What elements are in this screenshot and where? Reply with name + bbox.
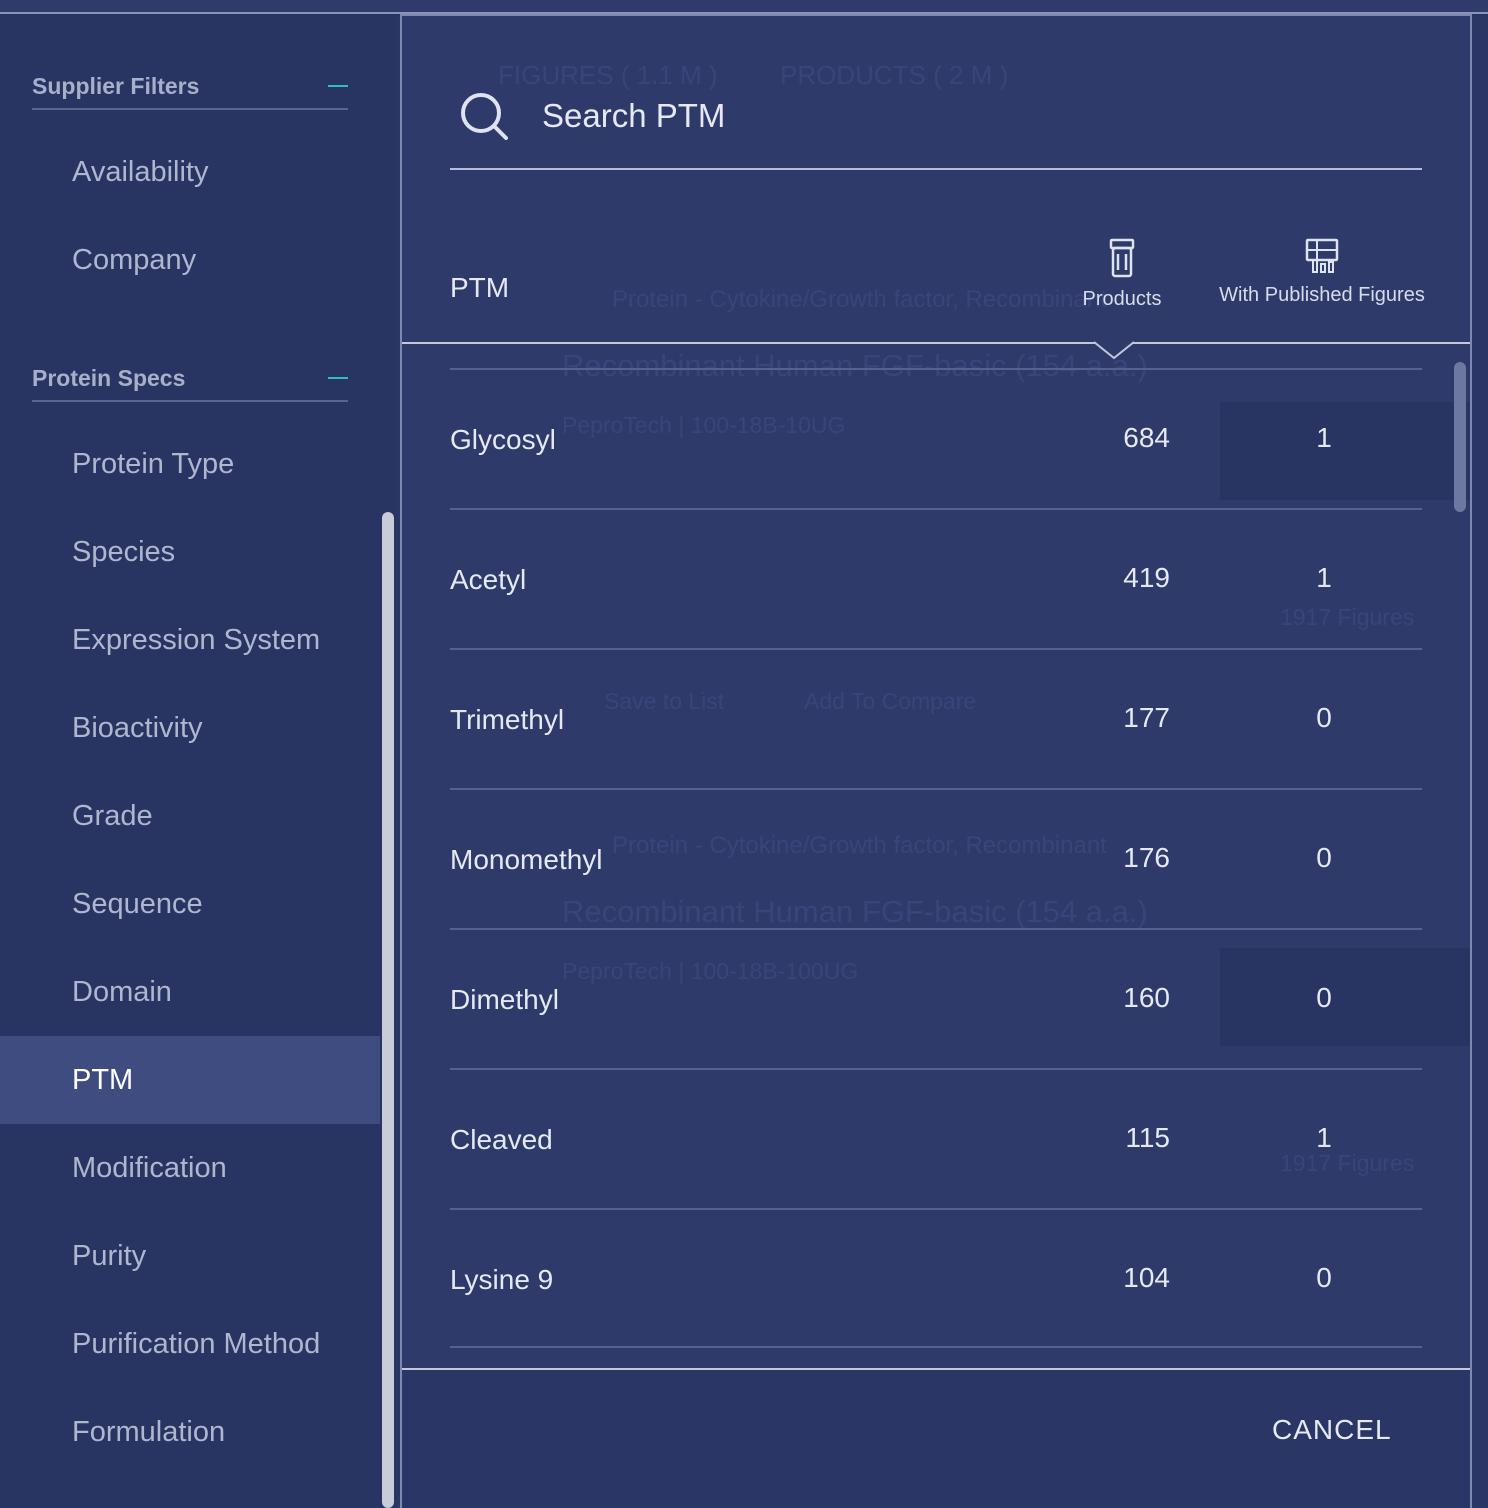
vial-icon	[1109, 238, 1135, 278]
row-products-count: 684	[1123, 422, 1170, 453]
row-products-count: 115	[1125, 1122, 1170, 1153]
sidebar-item-expression-system[interactable]: Expression System	[0, 596, 380, 684]
row-ptm-name: Monomethyl	[450, 844, 603, 875]
row-figures-count: 1	[1316, 562, 1332, 593]
row-products-count: 176	[1123, 842, 1170, 873]
row-ptm-name: Cleaved	[450, 1124, 553, 1155]
modal-footer: CANCEL	[402, 1368, 1470, 1508]
sidebar-item-availability[interactable]: Availability	[0, 128, 380, 216]
cancel-button[interactable]: CANCEL	[1272, 1414, 1392, 1446]
sidebar-scrollbar-thumb[interactable]	[382, 512, 394, 1508]
row-figures-count: 0	[1316, 842, 1332, 873]
sidebar-item-domain[interactable]: Domain	[0, 948, 380, 1036]
search-bar	[450, 84, 1422, 170]
sidebar-item-label: Protein Type	[72, 448, 235, 480]
sidebar-item-label: PTM	[72, 1064, 134, 1096]
column-header-ptm[interactable]: PTM	[450, 272, 509, 304]
column-header-published-figures-label: With Published Figures	[1219, 284, 1425, 306]
modal-scrollbar-thumb[interactable]	[1454, 362, 1466, 512]
sidebar-item-modification[interactable]: Modification	[0, 1124, 380, 1212]
sidebar-item-label: Bioactivity	[72, 712, 203, 744]
ptm-filter-modal: FIGURES ( 1.1 M ) PRODUCTS ( 2 M ) Prote…	[400, 14, 1472, 1508]
sidebar-item-company[interactable]: Company	[0, 216, 380, 304]
sort-caret-icon	[1094, 341, 1134, 360]
section-header-protein-specs[interactable]: Protein Specs	[32, 356, 348, 402]
row-ptm-name: Dimethyl	[450, 984, 559, 1015]
column-header-row: PTM Products With Published Figures	[402, 230, 1470, 344]
row-products-count: 419	[1123, 562, 1170, 593]
sidebar-item-purity[interactable]: Purity	[0, 1212, 380, 1300]
table-row[interactable]: Dimethyl 160 0	[450, 928, 1422, 1068]
collapse-icon[interactable]	[328, 377, 348, 379]
sidebar-item-label: Purification Method	[72, 1328, 321, 1360]
row-figures-count: 1	[1316, 1122, 1332, 1153]
sidebar-item-grade[interactable]: Grade	[0, 772, 380, 860]
column-header-products[interactable]: Products	[1062, 238, 1182, 311]
top-strip	[0, 0, 1488, 14]
sidebar-item-protein-type[interactable]: Protein Type	[0, 420, 380, 508]
figure-icon	[1305, 238, 1339, 273]
sidebar-item-label: Company	[72, 244, 197, 276]
table-row[interactable]: Monomethyl 176 0	[450, 788, 1422, 928]
row-figures-count: 1	[1316, 422, 1332, 453]
row-figures-count: 0	[1316, 702, 1332, 733]
search-input[interactable]	[542, 90, 1242, 142]
sidebar-item-purification-method[interactable]: Purification Method	[0, 1300, 380, 1388]
filter-sidebar: Supplier Filters Availability Company Pr…	[0, 14, 396, 1508]
sidebar-item-label: Species	[72, 536, 176, 568]
row-products-count: 104	[1123, 1262, 1170, 1293]
column-header-published-figures[interactable]: With Published Figures	[1212, 238, 1432, 307]
sidebar-item-formulation[interactable]: Formulation	[0, 1388, 380, 1476]
row-ptm-name: Lysine 9	[450, 1264, 554, 1295]
sidebar-item-label: Modification	[72, 1152, 227, 1184]
section-title: Supplier Filters	[32, 73, 200, 99]
sidebar-item-ptm[interactable]: PTM	[0, 1036, 380, 1124]
table-row[interactable]: Trimethyl 177 0	[450, 648, 1422, 788]
table-row[interactable]: Lysine 9 104 0	[450, 1208, 1422, 1348]
sidebar-item-label: Formulation	[72, 1416, 226, 1448]
row-ptm-name: Trimethyl	[450, 704, 565, 735]
row-products-count: 177	[1123, 702, 1170, 733]
column-header-products-label: Products	[1082, 288, 1162, 310]
table-row[interactable]: Acetyl 419 1	[450, 508, 1422, 648]
table-row[interactable]: Glycosyl 684 1	[450, 368, 1422, 508]
ptm-option-list: Glycosyl 684 1 Acetyl 419 1 Trimethyl 17…	[450, 368, 1422, 1348]
sidebar-item-species[interactable]: Species	[0, 508, 380, 596]
sidebar-scrollbar[interactable]	[380, 512, 396, 1508]
sidebar-item-label: Expression System	[72, 624, 321, 656]
sidebar-item-bioactivity[interactable]: Bioactivity	[0, 684, 380, 772]
table-row[interactable]: Cleaved 115 1	[450, 1068, 1422, 1208]
row-products-count: 160	[1123, 982, 1170, 1013]
sidebar-item-label: Purity	[72, 1240, 147, 1272]
sidebar-item-sequence[interactable]: Sequence	[0, 860, 380, 948]
row-figures-count: 0	[1316, 1262, 1332, 1293]
sidebar-item-label: Sequence	[72, 888, 203, 920]
sidebar-item-label: Availability	[72, 156, 209, 188]
row-ptm-name: Acetyl	[450, 564, 527, 595]
row-ptm-name: Glycosyl	[450, 424, 556, 455]
search-icon	[461, 93, 508, 140]
sidebar-item-label: Domain	[72, 976, 172, 1008]
row-figures-count: 0	[1316, 982, 1332, 1013]
section-header-supplier-filters[interactable]: Supplier Filters	[32, 64, 348, 110]
sidebar-item-label: Grade	[72, 800, 153, 832]
section-title: Protein Specs	[32, 365, 186, 391]
collapse-icon[interactable]	[328, 85, 348, 87]
